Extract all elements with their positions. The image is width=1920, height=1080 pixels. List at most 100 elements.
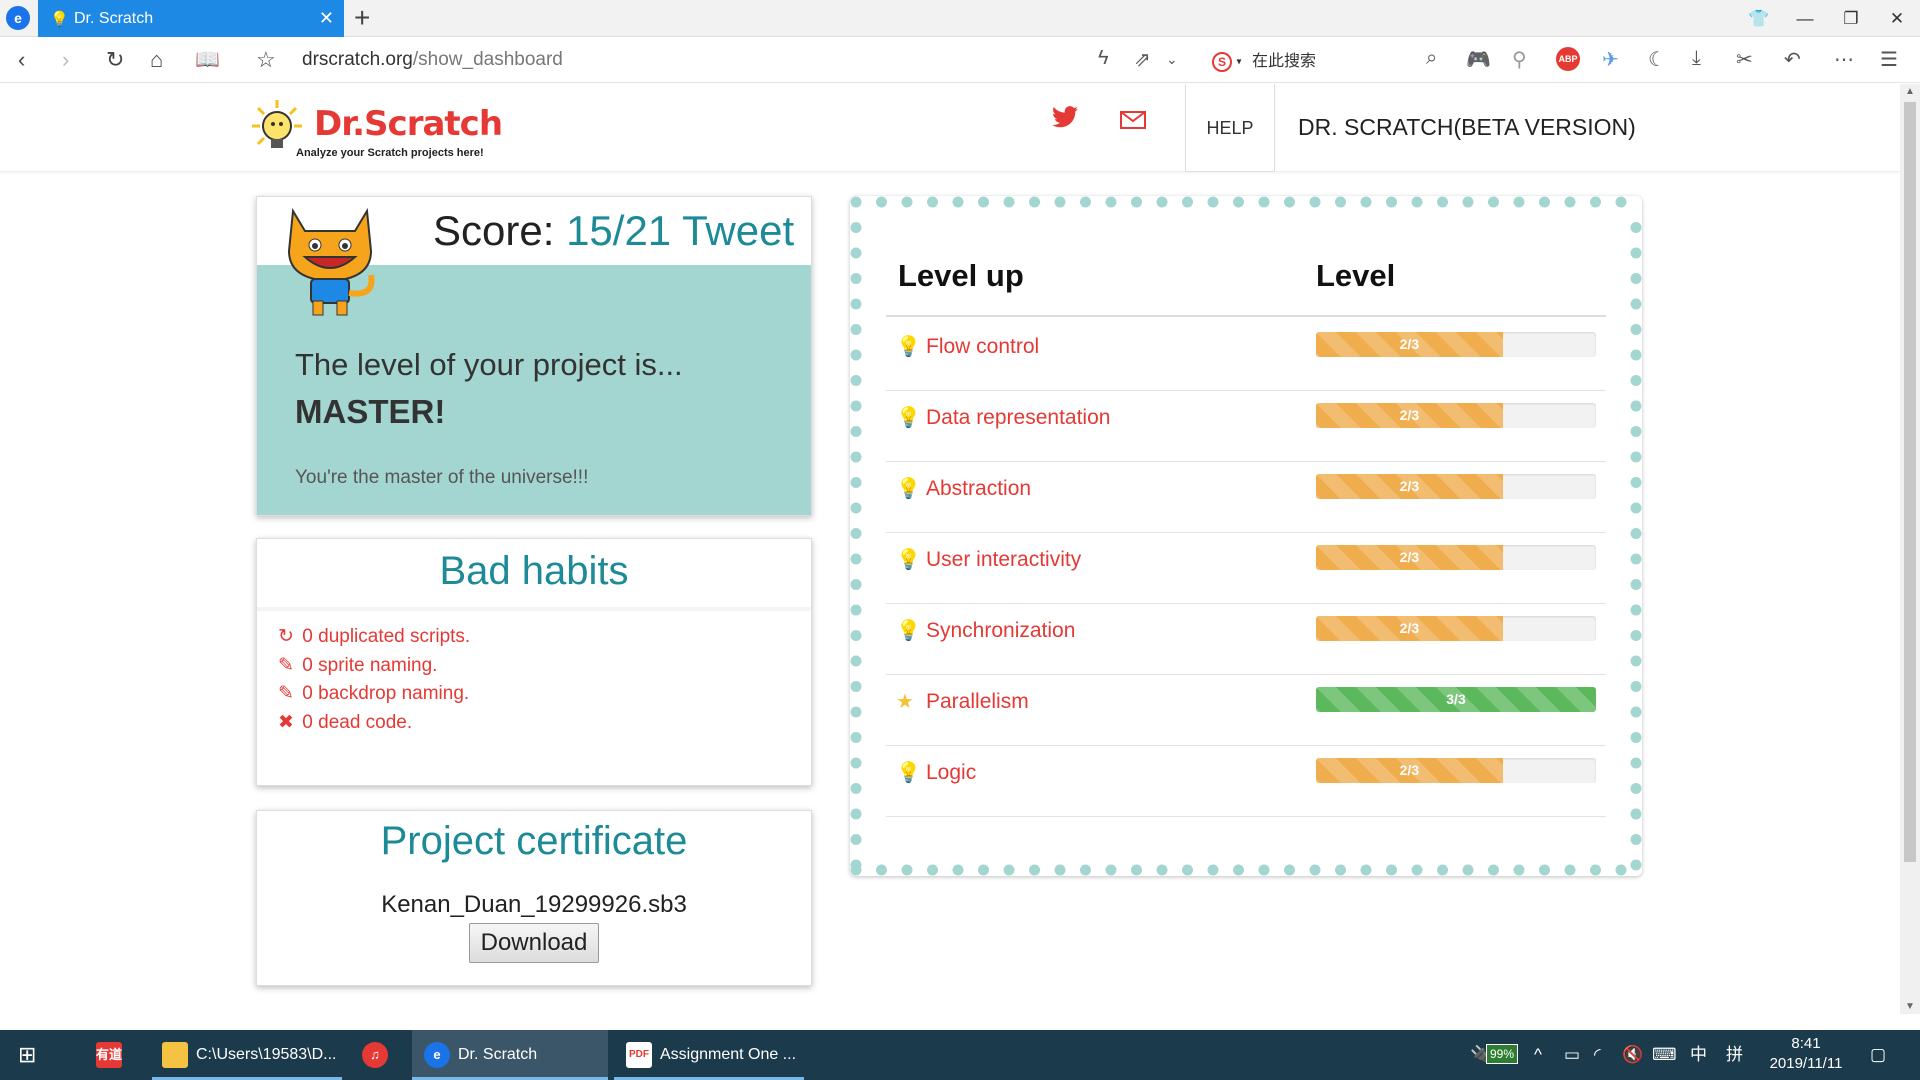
habit-backdrop-naming[interactable]: ✎ 0 backdrop naming. [275, 682, 469, 705]
close-window-icon[interactable]: ✕ [1874, 0, 1920, 37]
tweet-link[interactable]: Tweet [682, 207, 794, 254]
level-row-link[interactable]: 💡 Logic [896, 760, 976, 785]
lightbulb-icon: 💡 [896, 762, 921, 784]
chevron-down-icon[interactable]: ⌄ [1166, 51, 1178, 68]
start-windows-icon[interactable]: ⊞ [18, 1030, 36, 1080]
netease-music-icon: ♫ [362, 1041, 388, 1068]
battery-indicator[interactable]: 99% [1486, 1044, 1519, 1064]
search-engine-box[interactable]: S ▾ 在此搜索 [1212, 47, 1452, 73]
back-icon[interactable]: ‹ [18, 47, 25, 73]
mail-icon[interactable] [1120, 106, 1146, 137]
tab-close-icon[interactable]: ✕ [319, 8, 334, 29]
skin-icon[interactable]: 👕 [1736, 0, 1782, 37]
home-icon[interactable]: ⌂ [150, 47, 163, 73]
more-icon[interactable]: ⋯ [1834, 47, 1854, 72]
level-row-link[interactable]: ★ Parallelism [896, 689, 1029, 714]
adblock-icon[interactable]: ABP [1556, 47, 1580, 71]
border-dot [1207, 196, 1219, 208]
battery-icon[interactable]: ▭ [1564, 1030, 1580, 1080]
address-bar[interactable]: drscratch.org/show_dashboard [302, 49, 563, 71]
system-clock[interactable]: 8:41 2019/11/11 [1756, 1034, 1856, 1074]
border-dot [1630, 400, 1642, 412]
forward-icon[interactable]: › [62, 47, 69, 73]
notification-icon[interactable]: ▢ [1870, 1030, 1886, 1080]
scroll-up-icon[interactable]: ▲ [1905, 86, 1915, 97]
restore-icon[interactable]: ❐ [1828, 0, 1874, 37]
twitter-icon[interactable] [1052, 104, 1078, 135]
bird-extension-icon[interactable]: ✈ [1602, 47, 1619, 72]
taskbar-youdao[interactable]: 有道 [96, 1030, 130, 1080]
border-dot [1488, 864, 1499, 876]
border-dot [1284, 196, 1295, 208]
bookmark-star-icon[interactable]: ☆ [256, 47, 276, 73]
level-row: 💡 Data representation 2/3 [886, 391, 1606, 462]
border-dot [1513, 196, 1525, 208]
wifi-icon[interactable]: ◜ [1594, 1030, 1601, 1080]
minimize-icon[interactable]: — [1782, 0, 1828, 37]
brand-title[interactable]: DR. SCRATCH(BETA VERSION) [1298, 114, 1636, 141]
keyboard-icon[interactable]: ⌨ [1652, 1030, 1677, 1080]
border-dot [1309, 864, 1321, 876]
level-row-name: Synchronization [926, 619, 1076, 642]
habit-duplicated-scripts[interactable]: ↻ 0 duplicated scripts. [275, 625, 470, 648]
border-dot [1233, 864, 1244, 876]
border-dot [1630, 426, 1642, 437]
border-dot [1080, 196, 1091, 208]
habit-dead-code[interactable]: ✖ 0 dead code. [275, 711, 412, 734]
page-scrollbar[interactable]: ▲ ▼ [1900, 84, 1920, 1014]
pdf-tool-icon[interactable]: ⚲ [1512, 47, 1527, 72]
browser-logo-icon[interactable]: e [6, 6, 30, 30]
habit-sprite-naming[interactable]: ✎ 0 sprite naming. [275, 654, 437, 677]
habit-text: 0 duplicated scripts. [302, 626, 471, 647]
level-row-link[interactable]: 💡 User interactivity [896, 547, 1081, 572]
taskbar-file-explorer[interactable]: C:\Users\19583\D... [152, 1030, 342, 1080]
border-dot [850, 630, 862, 641]
menu-icon[interactable]: ☰ [1880, 47, 1898, 72]
game-icon[interactable]: 🎮 [1466, 47, 1491, 72]
tray-chevron-up-icon[interactable]: ^ [1534, 1030, 1542, 1080]
border-dot [1182, 196, 1193, 208]
level-row-link[interactable]: 💡 Abstraction [896, 476, 1031, 501]
taskbar-pdf[interactable]: PDF Assignment One ... [614, 1030, 804, 1080]
screenshot-scissors-icon[interactable]: ✂ [1736, 47, 1753, 72]
taskbar-netease-music[interactable]: ♫ [362, 1030, 396, 1080]
level-row-link[interactable]: 💡 Synchronization [896, 618, 1075, 643]
new-tab-icon[interactable]: + [354, 2, 370, 34]
border-dot [850, 324, 862, 335]
search-icon[interactable]: ⌕ [1426, 47, 1437, 70]
lightning-icon[interactable]: ϟ [1098, 47, 1109, 70]
level-row-link[interactable]: 💡 Data representation [896, 405, 1110, 430]
taskbar-browser[interactable]: e Dr. Scratch [412, 1030, 608, 1080]
border-dot [1630, 247, 1642, 259]
level-row-link[interactable]: 💡 Flow control [896, 334, 1039, 359]
reader-mode-icon[interactable]: 📖 [195, 47, 220, 72]
border-dot [1539, 196, 1550, 208]
search-input[interactable]: 在此搜索 [1252, 53, 1316, 70]
volume-muted-icon[interactable]: 🔇 [1622, 1030, 1643, 1080]
search-dropdown-icon[interactable]: ▾ [1236, 56, 1241, 67]
border-dot [1513, 864, 1525, 876]
scrollbar-thumb[interactable] [1904, 102, 1916, 862]
border-dot [1630, 528, 1642, 539]
habit-text: 0 sprite naming. [302, 655, 438, 676]
level-header: Level [1316, 258, 1396, 293]
border-dot [850, 757, 862, 769]
reload-icon[interactable]: ↻ [106, 47, 124, 73]
help-button[interactable]: HELP [1185, 84, 1275, 172]
sogou-logo-icon[interactable]: S [1212, 51, 1232, 72]
border-dot [1630, 273, 1642, 284]
browser-tab-dr-scratch[interactable]: 💡 Dr. Scratch ✕ [38, 0, 344, 37]
ime-pinyin[interactable]: 拼 [1726, 1030, 1743, 1080]
scroll-down-icon[interactable]: ▼ [1905, 1001, 1915, 1012]
share-icon[interactable]: ⇗ [1134, 47, 1151, 72]
browser-tabstrip: e 💡 Dr. Scratch ✕ + 👕 — ❐ ✕ [0, 0, 1920, 37]
download-icon[interactable]: ⤓ [1692, 47, 1701, 70]
night-mode-icon[interactable]: ☾ [1648, 47, 1666, 72]
border-dot [1564, 196, 1576, 208]
undo-icon[interactable]: ↶ [1784, 47, 1801, 72]
border-dot [850, 834, 862, 845]
download-button[interactable]: Download [469, 923, 599, 963]
border-dot [1105, 864, 1117, 876]
ime-mode[interactable]: 中 [1690, 1030, 1707, 1080]
dr-scratch-logo[interactable]: Dr.Scratch Analyze your Scratch projects… [246, 94, 506, 166]
